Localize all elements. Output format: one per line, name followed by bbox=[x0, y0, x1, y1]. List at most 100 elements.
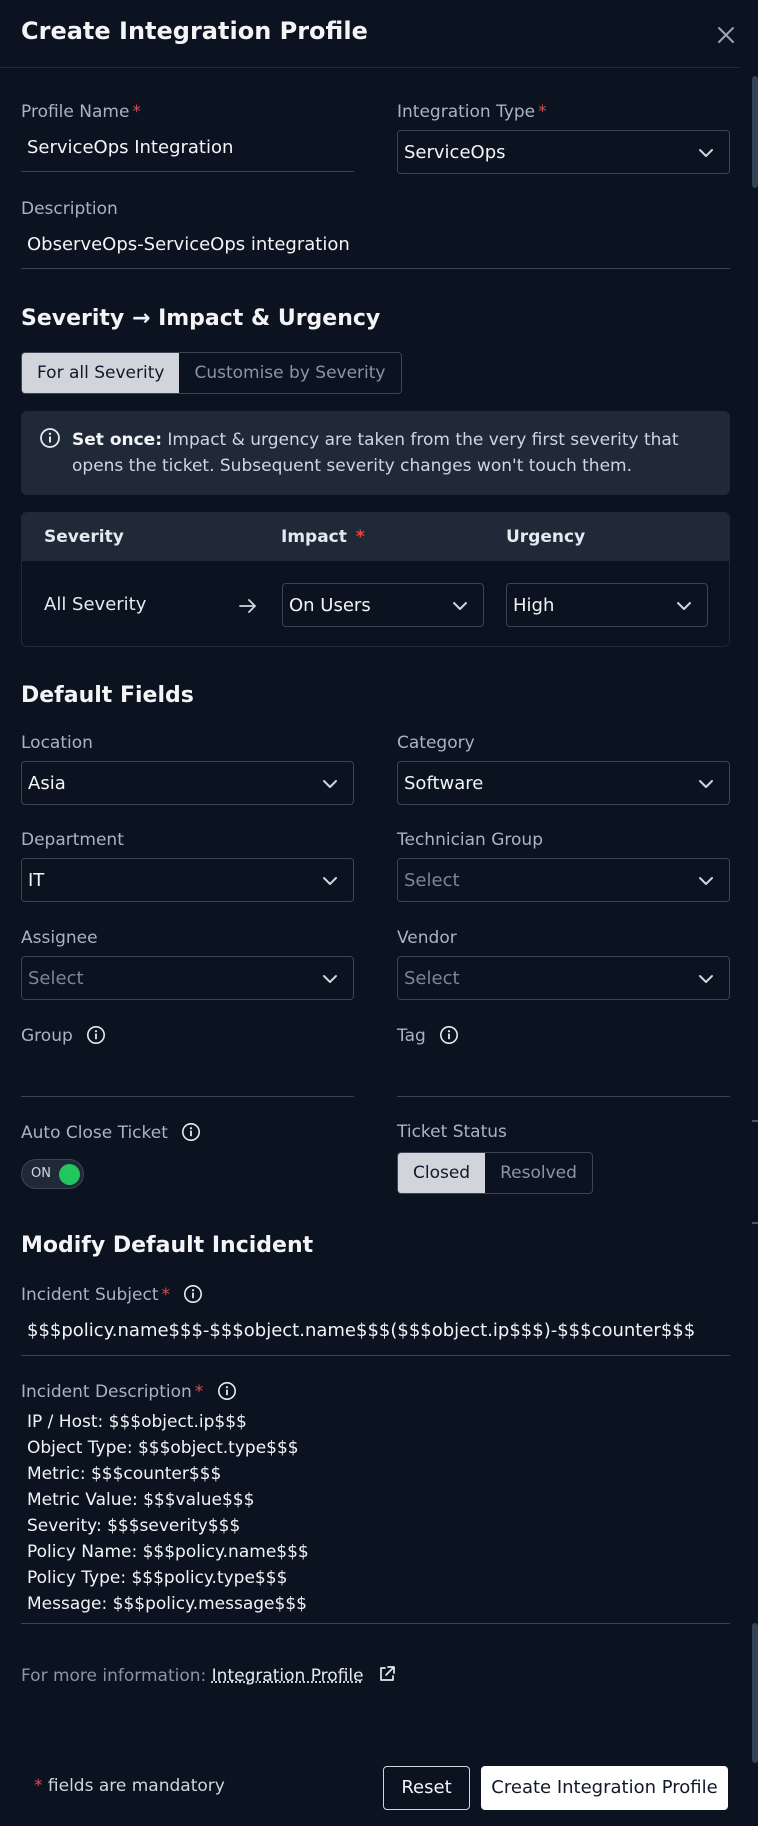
integration-profile-link[interactable]: Integration Profile bbox=[212, 1666, 364, 1686]
description-line: Severity: $$$severity$$$ bbox=[27, 1516, 241, 1536]
incident-subject-value: $$$policy.name$$$-$$$object.name$$$($$$o… bbox=[27, 1320, 696, 1341]
reset-button[interactable]: Reset bbox=[383, 1766, 470, 1810]
group-label: Group bbox=[21, 1025, 106, 1046]
technician-group-label: Technician Group bbox=[397, 830, 543, 850]
department-select[interactable]: IT bbox=[21, 858, 354, 902]
auto-close-toggle[interactable]: ON bbox=[21, 1159, 84, 1189]
create-integration-profile-panel: Create Integration Profile Profile Name *… bbox=[0, 0, 758, 1826]
incident-description-label: Incident Description * bbox=[21, 1381, 237, 1402]
table-header-row: Severity Impact * Urgency bbox=[22, 513, 729, 561]
chevron-down-icon bbox=[323, 780, 337, 788]
ticket-status-toggle[interactable]: Closed Resolved bbox=[397, 1152, 593, 1194]
integration-type-select[interactable]: ServiceOps bbox=[397, 130, 730, 174]
department-label: Department bbox=[21, 830, 124, 850]
group-input[interactable] bbox=[21, 1055, 354, 1097]
mandatory-fields-note: * fields are mandatory bbox=[34, 1776, 225, 1796]
category-select[interactable]: Software bbox=[397, 761, 730, 805]
incident-subject-input[interactable]: $$$policy.name$$$-$$$object.name$$$($$$o… bbox=[21, 1313, 730, 1356]
profile-name-value: ServiceOps Integration bbox=[27, 137, 234, 158]
info-icon bbox=[40, 428, 60, 448]
arrow-right-icon bbox=[239, 599, 256, 613]
chevron-down-icon bbox=[699, 975, 713, 983]
toggle-state-text: ON bbox=[31, 1166, 51, 1181]
assignee-placeholder: Select bbox=[28, 968, 84, 989]
chevron-down-icon bbox=[699, 780, 713, 788]
header-urgency: Urgency bbox=[506, 527, 586, 547]
toggle-knob bbox=[59, 1164, 80, 1185]
location-select[interactable]: Asia bbox=[21, 761, 354, 805]
location-value: Asia bbox=[28, 773, 66, 794]
integration-type-value: ServiceOps bbox=[404, 142, 506, 163]
incident-subject-label: Incident Subject * bbox=[21, 1284, 203, 1305]
department-value: IT bbox=[28, 870, 45, 891]
mode-option-for-all[interactable]: For all Severity bbox=[22, 353, 180, 393]
modify-default-incident-title: Modify Default Incident bbox=[21, 1233, 314, 1258]
severity-mapping-table: Severity Impact * Urgency All Severity O… bbox=[21, 512, 730, 647]
incident-description-textarea[interactable]: IP / Host: $$$object.ip$$$ Object Type: … bbox=[21, 1404, 730, 1624]
category-value: Software bbox=[404, 773, 484, 794]
ticket-status-resolved[interactable]: Resolved bbox=[485, 1153, 592, 1193]
technician-group-placeholder: Select bbox=[404, 870, 460, 891]
ticket-status-closed[interactable]: Closed bbox=[398, 1153, 486, 1193]
tag-label: Tag bbox=[397, 1025, 459, 1046]
description-line: Policy Type: $$$policy.type$$$ bbox=[27, 1568, 288, 1588]
header-impact: Impact * bbox=[281, 527, 365, 547]
profile-name-input[interactable]: ServiceOps Integration bbox=[21, 130, 354, 172]
scrollbar-thumb[interactable] bbox=[752, 76, 758, 188]
set-once-info-text: Set once: Impact & urgency are taken fro… bbox=[72, 430, 679, 476]
assignee-label: Assignee bbox=[21, 928, 98, 948]
profile-name-label: Profile Name * bbox=[21, 102, 141, 122]
chevron-down-icon bbox=[677, 602, 691, 610]
description-value: ObserveOps-ServiceOps integration bbox=[27, 234, 350, 255]
scrollbar-thumb-lower[interactable] bbox=[752, 1623, 758, 1763]
default-fields-title: Default Fields bbox=[21, 683, 194, 708]
tag-input[interactable] bbox=[397, 1055, 730, 1097]
urgency-value: High bbox=[513, 595, 555, 616]
auto-close-ticket-label: Auto Close Ticket bbox=[21, 1122, 201, 1143]
urgency-select[interactable]: High bbox=[506, 583, 708, 627]
description-line: Metric: $$$counter$$$ bbox=[27, 1464, 222, 1484]
close-icon[interactable] bbox=[714, 23, 738, 47]
create-integration-profile-button[interactable]: Create Integration Profile bbox=[481, 1766, 728, 1810]
vendor-select[interactable]: Select bbox=[397, 956, 730, 1000]
description-label: Description bbox=[21, 199, 118, 219]
category-label: Category bbox=[397, 733, 475, 753]
assignee-select[interactable]: Select bbox=[21, 956, 354, 1000]
impact-select[interactable]: On Users bbox=[282, 583, 484, 627]
description-input[interactable]: ObserveOps-ServiceOps integration bbox=[21, 227, 730, 269]
row-severity-all: All Severity bbox=[44, 594, 147, 615]
description-line: Metric Value: $$$value$$$ bbox=[27, 1490, 255, 1510]
dialog-header: Create Integration Profile bbox=[0, 0, 740, 68]
external-link-icon[interactable] bbox=[377, 1664, 397, 1684]
chevron-down-icon bbox=[699, 877, 713, 885]
chevron-down-icon bbox=[323, 877, 337, 885]
severity-section-title: Severity → Impact & Urgency bbox=[21, 306, 381, 331]
vendor-placeholder: Select bbox=[404, 968, 460, 989]
severity-mode-toggle[interactable]: For all Severity Customise by Severity bbox=[21, 352, 402, 394]
scrollbar-marker bbox=[752, 1120, 758, 1122]
location-label: Location bbox=[21, 733, 93, 753]
integration-type-label: Integration Type * bbox=[397, 102, 547, 122]
info-icon[interactable] bbox=[217, 1381, 237, 1401]
info-icon[interactable] bbox=[181, 1122, 201, 1142]
info-icon[interactable] bbox=[86, 1025, 106, 1045]
info-icon[interactable] bbox=[183, 1284, 203, 1304]
impact-value: On Users bbox=[289, 595, 371, 616]
vendor-label: Vendor bbox=[397, 928, 457, 948]
description-line: Message: $$$policy.message$$$ bbox=[27, 1594, 307, 1614]
scrollbar-marker bbox=[752, 1222, 758, 1224]
description-line: Policy Name: $$$policy.name$$$ bbox=[27, 1542, 309, 1562]
more-information: For more information: Integration Profil… bbox=[21, 1664, 397, 1686]
technician-group-select[interactable]: Select bbox=[397, 858, 730, 902]
arrow-right-icon: → bbox=[131, 306, 151, 331]
set-once-info-box: Set once: Impact & urgency are taken fro… bbox=[21, 411, 730, 495]
header-severity: Severity bbox=[44, 527, 124, 547]
chevron-down-icon bbox=[323, 975, 337, 983]
info-icon[interactable] bbox=[439, 1025, 459, 1045]
ticket-status-label: Ticket Status bbox=[397, 1122, 507, 1142]
dialog-title: Create Integration Profile bbox=[21, 17, 368, 45]
chevron-down-icon bbox=[699, 149, 713, 157]
description-line: IP / Host: $$$object.ip$$$ bbox=[27, 1412, 247, 1432]
mode-option-customise[interactable]: Customise by Severity bbox=[179, 353, 400, 393]
chevron-down-icon bbox=[453, 602, 467, 610]
